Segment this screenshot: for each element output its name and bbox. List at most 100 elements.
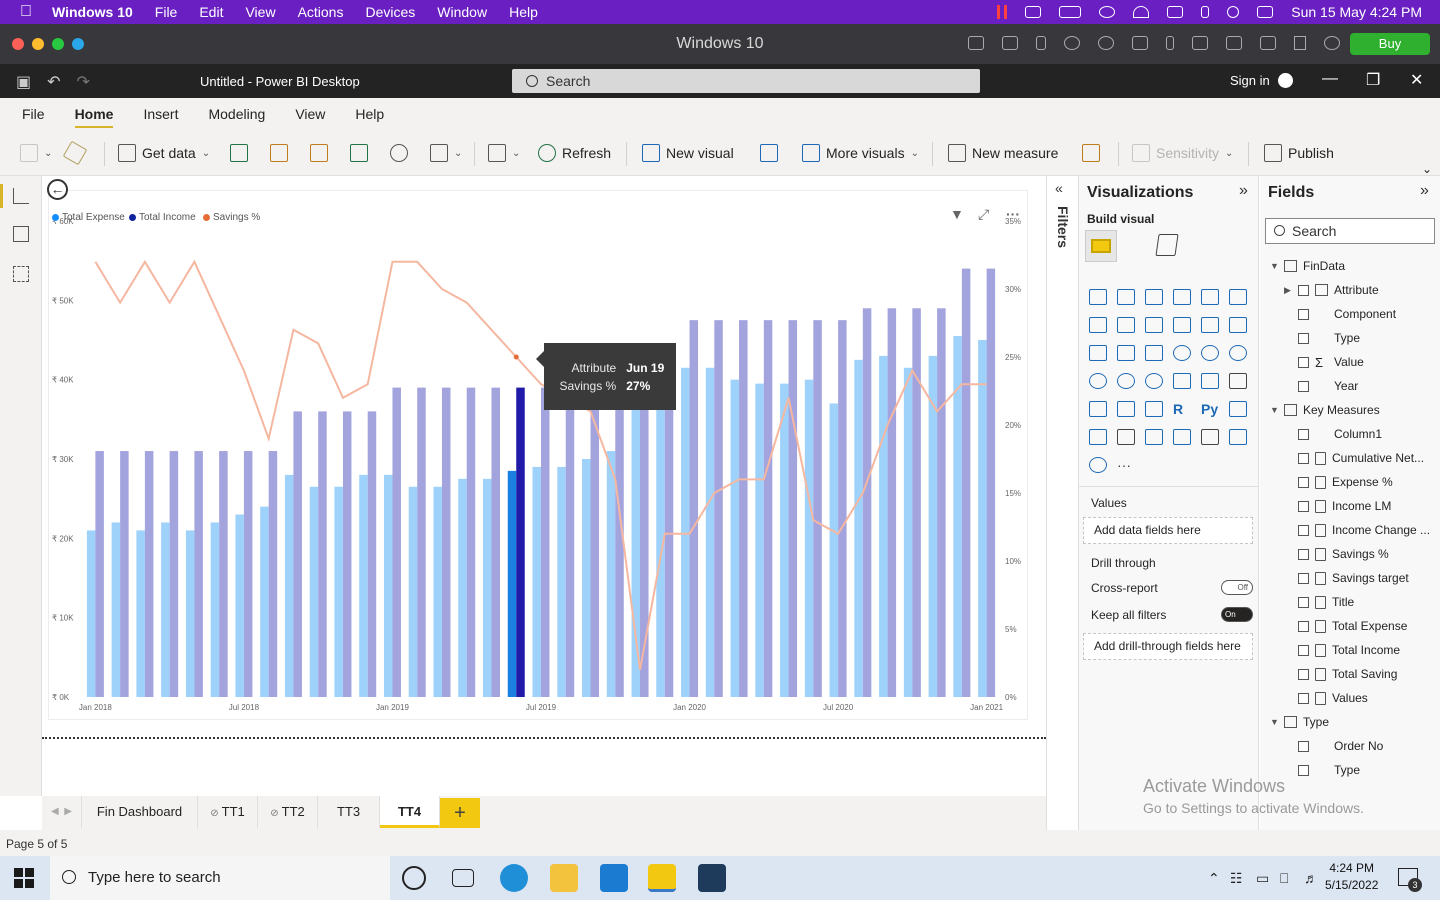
tray-network-icon[interactable]: ☷	[1230, 870, 1243, 887]
tab-home[interactable]: Home	[74, 100, 114, 128]
filters-pane-collapsed[interactable]: « Filters	[1046, 176, 1079, 830]
page-tab-tt2[interactable]: ⊘ TT2	[258, 796, 318, 828]
parallels-icon[interactable]	[997, 5, 1008, 19]
creative-cloud-icon[interactable]	[1025, 6, 1042, 18]
field-checkbox[interactable]	[1298, 308, 1309, 320]
title-search-box[interactable]: Search	[512, 69, 980, 93]
fields-search-input[interactable]: Search	[1265, 218, 1435, 244]
area-chart-icon[interactable]	[1117, 317, 1135, 333]
legend-item[interactable]: Total Expense	[52, 212, 125, 223]
menu-window[interactable]: Window	[437, 4, 487, 20]
tray-volume-icon[interactable]: ♬	[1304, 870, 1318, 886]
file-explorer-icon[interactable]	[550, 864, 578, 892]
edge-icon[interactable]	[500, 864, 528, 892]
field-row[interactable]: Title	[1260, 590, 1440, 614]
get-data-button[interactable]: Get data ⌄	[118, 140, 210, 166]
format-painter-button[interactable]	[62, 140, 88, 166]
microphone-icon[interactable]	[1166, 36, 1174, 50]
line-chart-icon[interactable]	[1089, 317, 1107, 333]
matrix-icon[interactable]	[1145, 401, 1163, 417]
report-view-icon[interactable]	[13, 188, 29, 204]
screenshot-icon[interactable]	[1260, 36, 1276, 50]
treemap-icon[interactable]	[1229, 345, 1247, 361]
app-menu[interactable]: Windows 10	[52, 4, 133, 20]
menu-actions[interactable]: Actions	[298, 4, 344, 20]
menu-view[interactable]: View	[245, 4, 275, 20]
task-view-icon[interactable]	[452, 869, 474, 887]
paginated-report-icon[interactable]	[1173, 429, 1191, 445]
power-apps-icon[interactable]	[1201, 429, 1219, 445]
table-visual-icon[interactable]	[1117, 401, 1135, 417]
menu-clock[interactable]: Sun 15 May 4:24 PM	[1291, 4, 1422, 20]
keyboard-icon[interactable]	[968, 36, 984, 50]
field-row[interactable]: Savings target	[1260, 566, 1440, 590]
scatter-chart-icon[interactable]	[1145, 345, 1163, 361]
page-tab-tt4[interactable]: TT4	[380, 796, 440, 828]
camera-icon[interactable]	[1226, 36, 1242, 50]
r-visual-icon[interactable]: R	[1173, 401, 1191, 417]
more-visuals-button[interactable]: More visuals ⌄	[802, 140, 919, 166]
menu-help[interactable]: Help	[509, 4, 538, 20]
decomposition-tree-icon[interactable]	[1089, 429, 1107, 445]
field-table-row[interactable]: ▼ Key Measures	[1260, 398, 1440, 422]
visual-filter-icon[interactable]: ▼	[950, 206, 964, 222]
settings-gear-icon[interactable]	[1324, 36, 1340, 50]
field-row[interactable]: Total Income	[1260, 638, 1440, 662]
field-row[interactable]: Cumulative Net...	[1260, 446, 1440, 470]
expand-chevron-icon[interactable]: ▶	[1284, 285, 1294, 296]
build-visual-tab[interactable]	[1085, 230, 1117, 262]
new-visual-button[interactable]: New visual	[642, 140, 734, 166]
field-checkbox[interactable]	[1298, 356, 1309, 368]
enter-data-button[interactable]	[350, 140, 368, 166]
spotlight-search-icon[interactable]	[1227, 6, 1240, 18]
smart-narrative-icon[interactable]	[1145, 429, 1163, 445]
field-checkbox[interactable]	[1298, 596, 1309, 608]
data-hub-button[interactable]	[270, 140, 288, 166]
bluetooth-icon[interactable]	[1201, 6, 1210, 18]
field-row[interactable]: Savings %	[1260, 542, 1440, 566]
field-row[interactable]: ▶ Attribute	[1260, 278, 1440, 302]
buy-button[interactable]: Buy	[1350, 33, 1430, 55]
drive-icon[interactable]	[1192, 36, 1208, 50]
line-clustered-column-icon[interactable]	[1173, 317, 1191, 333]
save-icon[interactable]: ▣	[16, 72, 31, 92]
quick-measure-button[interactable]	[1082, 140, 1100, 166]
field-checkbox[interactable]	[1298, 644, 1309, 656]
collapse-viz-icon[interactable]: »	[1239, 182, 1248, 200]
field-row[interactable]: Income Change ...	[1260, 518, 1440, 542]
power-automate-icon[interactable]	[1229, 429, 1247, 445]
control-center-icon[interactable]	[1257, 6, 1274, 18]
100-stacked-column-icon[interactable]	[1229, 289, 1247, 305]
dataverse-button[interactable]	[390, 140, 408, 166]
field-checkbox[interactable]	[1298, 692, 1309, 704]
expand-chevron-icon[interactable]: ▼	[1270, 261, 1280, 271]
back-icon[interactable]	[1294, 36, 1306, 50]
more-options-icon[interactable]: ···	[1006, 206, 1020, 222]
tab-modeling[interactable]: Modeling	[208, 100, 265, 128]
ribbon-chart-icon[interactable]	[1229, 317, 1247, 333]
play-icon[interactable]	[1099, 6, 1116, 18]
line-stacked-column-icon[interactable]	[1201, 317, 1219, 333]
field-checkbox[interactable]	[1298, 284, 1309, 296]
map-icon[interactable]	[1089, 373, 1107, 389]
field-checkbox[interactable]	[1298, 380, 1309, 392]
network-icon[interactable]	[1064, 36, 1080, 50]
clustered-bar-chart-icon[interactable]	[1145, 289, 1163, 305]
field-checkbox[interactable]	[1298, 620, 1309, 632]
drill-through-drop-zone[interactable]: Add drill-through fields here	[1083, 633, 1253, 660]
expand-filters-icon[interactable]: «	[1055, 180, 1063, 196]
funnel-chart-icon[interactable]	[1117, 345, 1135, 361]
donut-chart-icon[interactable]	[1201, 345, 1219, 361]
tray-battery-icon[interactable]: ▭	[1256, 870, 1269, 887]
field-checkbox[interactable]	[1298, 452, 1309, 464]
field-checkbox[interactable]	[1298, 668, 1309, 680]
stacked-area-chart-icon[interactable]	[1145, 317, 1163, 333]
restore-icon[interactable]: ❐	[1366, 70, 1380, 90]
page-tab-tt3[interactable]: TT3	[318, 796, 380, 828]
text-box-button[interactable]	[760, 140, 778, 166]
data-view-icon[interactable]	[13, 226, 29, 242]
menu-edit[interactable]: Edit	[199, 4, 223, 20]
kpi-icon[interactable]	[1229, 373, 1247, 389]
model-view-icon[interactable]	[13, 266, 29, 282]
waterfall-chart-icon[interactable]	[1089, 345, 1107, 361]
